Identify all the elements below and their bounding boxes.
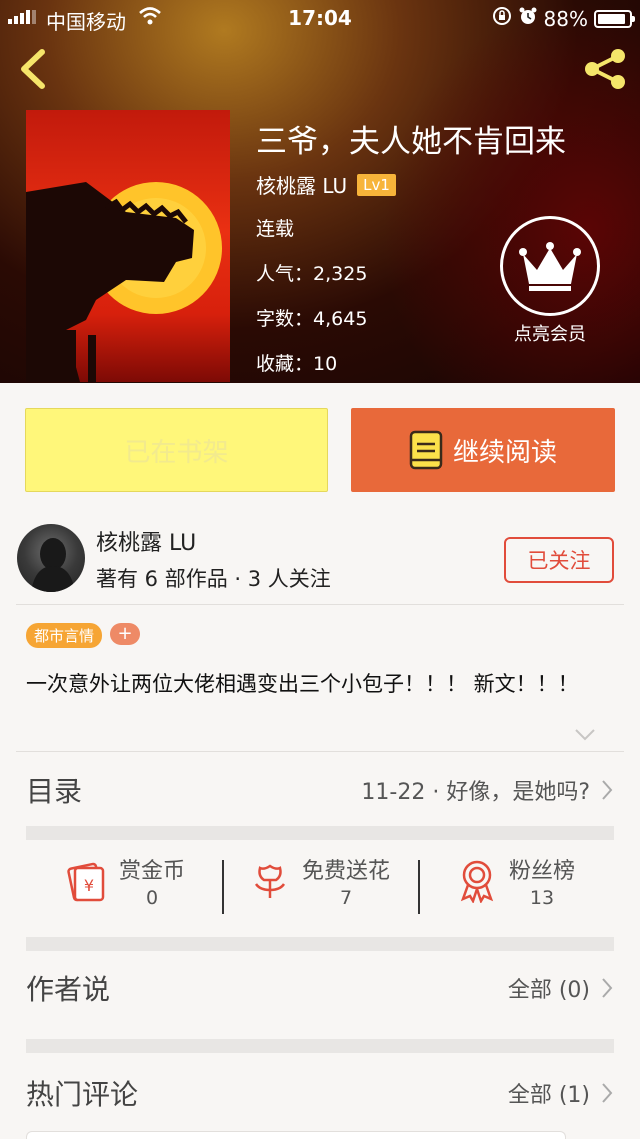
author-notes-count: 全部 (0) — [507, 978, 590, 1003]
book-detail-body: 已在书架 继续阅读 核桃露 LU 著有 6 部作品 · 3 人关注 已关注 都市… — [0, 383, 640, 1139]
divider — [16, 751, 624, 752]
hot-comments-title: 热门评论 — [26, 1078, 139, 1111]
word-count-label: 字数： — [256, 308, 314, 330]
chevron-right-icon — [602, 978, 613, 998]
author-card[interactable]: 核桃露 LU 著有 6 部作品 · 3 人关注 已关注 — [0, 517, 640, 603]
avatar[interactable] — [17, 524, 85, 592]
word-count-value: 4,645 — [313, 308, 368, 330]
book-author-name[interactable]: 核桃露 LU — [256, 170, 347, 199]
book-author-line[interactable]: 核桃露 LU Lv1 — [256, 170, 396, 199]
tag-list: 都市言情 + — [26, 623, 141, 648]
share-button[interactable] — [582, 48, 628, 90]
book-synopsis: 一次意外让两位大佬相遇变出三个小包子！！！ 新文！！！ — [26, 672, 579, 696]
follow-button[interactable]: 已关注 — [504, 537, 614, 583]
cover-art — [26, 182, 222, 382]
author-notes-title: 作者说 — [26, 973, 111, 1006]
flower-icon — [254, 863, 286, 898]
share-icon — [585, 49, 625, 89]
alarm-icon — [518, 6, 538, 31]
chevron-left-icon — [21, 49, 45, 89]
crown-icon — [519, 242, 581, 291]
continue-reading-button[interactable]: 继续阅读 — [351, 408, 615, 492]
author-name[interactable]: 核桃露 LU — [96, 525, 196, 557]
book-cover[interactable] — [26, 110, 230, 382]
book-title: 三爷，夫人她不肯回来 — [256, 124, 566, 160]
book-icon — [409, 430, 443, 470]
vip-label: 点亮会员 — [514, 324, 586, 345]
red-envelope-icon: ¥ — [67, 862, 105, 901]
stat-label: 粉丝榜 — [508, 858, 575, 884]
in-bookshelf-button[interactable]: 已在书架 — [25, 408, 328, 492]
expand-synopsis-button[interactable] — [574, 727, 596, 746]
svg-text:¥: ¥ — [84, 876, 94, 895]
fan-ranking-button[interactable]: 粉丝榜 13 — [418, 838, 614, 923]
award-medal-icon — [460, 860, 494, 903]
favorites-label: 收藏： — [256, 353, 314, 375]
battery-percent: 88% — [543, 6, 588, 31]
vip-badge — [500, 216, 600, 316]
stat-value: 0 — [145, 886, 159, 909]
reward-coins-button[interactable]: ¥ 赏金币 0 — [26, 838, 222, 923]
hot-comments-row[interactable]: 热门评论 全部 (1) — [26, 1063, 614, 1123]
vip-membership-button[interactable]: 点亮会员 — [498, 216, 602, 346]
author-photo — [31, 538, 75, 592]
status-bar: 中国移动 17:04 88% — [0, 0, 640, 36]
divider — [16, 604, 624, 605]
favorites-stat: 收藏：10 — [256, 349, 337, 376]
latest-chapter: 11-22 · 好像，是她吗? — [361, 780, 590, 805]
popularity-stat: 人气：2,325 — [256, 259, 367, 286]
battery-icon — [594, 9, 635, 28]
popularity-value: 2,325 — [313, 263, 368, 285]
lock-rotation-icon — [492, 6, 512, 31]
section-separator — [26, 937, 614, 951]
favorites-value: 10 — [313, 353, 338, 375]
hot-comments-count: 全部 (1) — [507, 1083, 590, 1108]
comment-card[interactable] — [26, 1131, 566, 1139]
continue-reading-label: 继续阅读 — [452, 437, 557, 468]
chevron-right-icon — [602, 780, 613, 800]
stat-value: 13 — [529, 886, 555, 909]
send-flower-button[interactable]: 免费送花 7 — [222, 838, 418, 923]
serial-status: 连载 — [256, 218, 295, 240]
chevron-down-icon — [575, 729, 595, 741]
catalog-title: 目录 — [26, 775, 83, 808]
author-works-summary: 著有 6 部作品 · 3 人关注 — [96, 567, 331, 591]
catalog-row[interactable]: 目录 11-22 · 好像，是她吗? — [26, 760, 614, 820]
author-level-badge: Lv1 — [357, 173, 396, 196]
add-tag-button[interactable]: + — [110, 623, 141, 645]
chevron-right-icon — [602, 1083, 613, 1103]
word-count-stat: 字数：4,645 — [256, 304, 367, 331]
author-notes-row[interactable]: 作者说 全部 (0) — [26, 958, 614, 1018]
genre-tag[interactable]: 都市言情 — [26, 623, 103, 648]
stat-label: 赏金币 — [118, 858, 185, 884]
popularity-label: 人气： — [256, 263, 314, 285]
interaction-stats: ¥ 赏金币 0 免费送花 7 粉丝榜 13 — [26, 838, 614, 923]
stat-value: 7 — [339, 886, 353, 909]
back-button[interactable] — [14, 46, 54, 92]
book-header: 中国移动 17:04 88% 三爷，夫人她不肯回来 核桃露 LU Lv1 连载 … — [0, 0, 640, 383]
stat-label: 免费送花 — [301, 858, 390, 884]
section-separator — [26, 1039, 614, 1053]
